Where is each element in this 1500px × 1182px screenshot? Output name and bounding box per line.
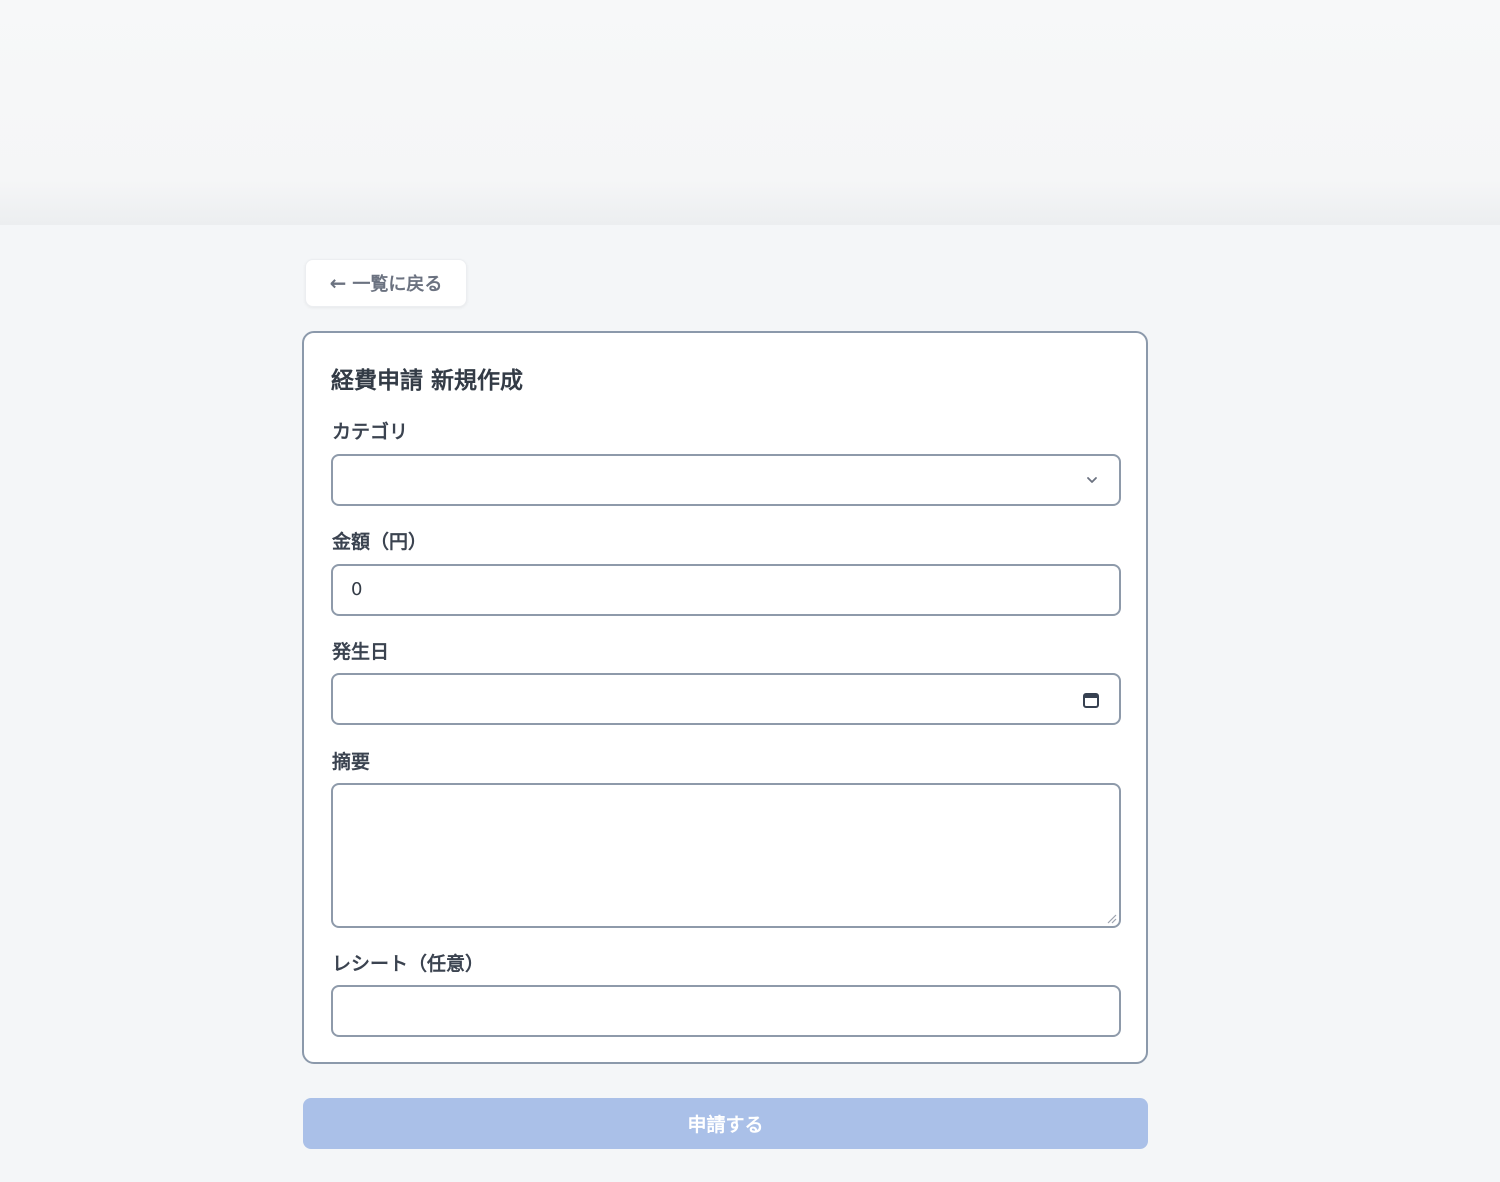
header-area [0,0,1500,225]
amount-label: 金額（円） [332,531,428,553]
receipt-input[interactable] [331,985,1121,1037]
category-select[interactable] [331,454,1121,506]
back-button-label: 一覧に戻る [352,274,443,295]
calendar-icon[interactable] [1081,690,1101,710]
submit-button-label: 申請する [687,1114,764,1136]
amount-value: 0 [351,579,363,600]
arrow-left-icon: ← [329,271,347,295]
submit-button[interactable]: 申請する [303,1098,1148,1149]
chevron-down-icon [1087,477,1097,483]
receipt-label: レシート（任意） [332,953,485,975]
amount-input[interactable]: 0 [331,564,1121,616]
back-to-list-button[interactable]: ← 一覧に戻る [305,259,467,307]
date-input[interactable] [331,673,1121,725]
category-label: カテゴリ [332,421,409,443]
date-label: 発生日 [332,641,390,663]
resize-handle-icon[interactable] [1105,912,1117,924]
summary-textarea[interactable] [331,783,1121,928]
form-title: 経費申請 新規作成 [331,368,524,394]
summary-label: 摘要 [332,751,371,773]
expense-form-card: 経費申請 新規作成 カテゴリ 金額（円） 0 発生日 摘要 レシート（任意） [302,331,1148,1064]
